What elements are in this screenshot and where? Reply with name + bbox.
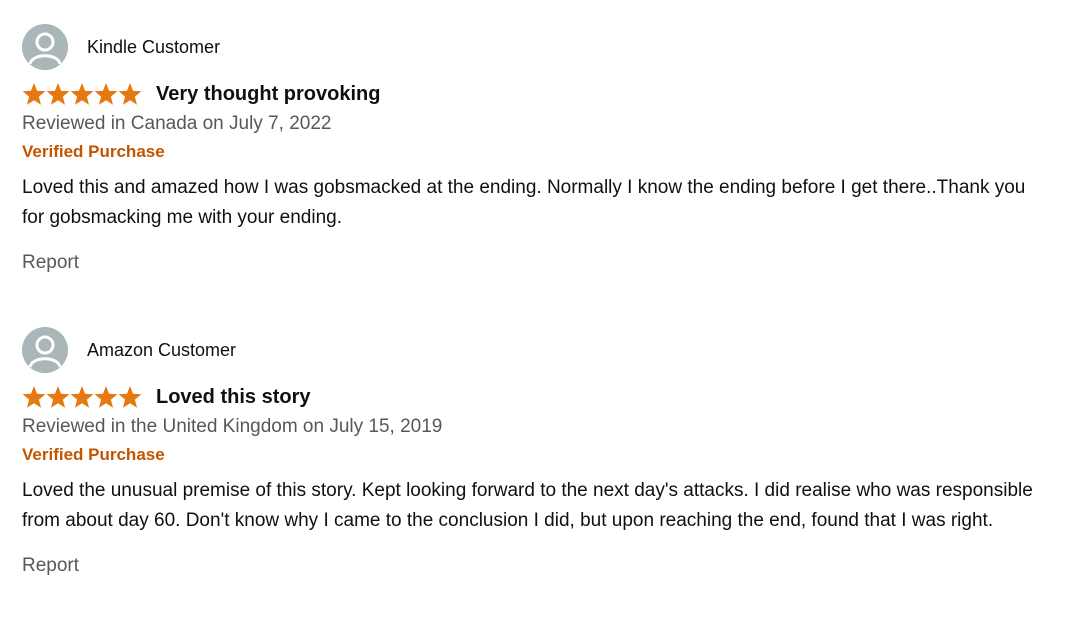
review-title[interactable]: Very thought provoking bbox=[156, 83, 380, 106]
reviewer-profile[interactable]: Kindle Customer bbox=[22, 24, 1062, 70]
star-icon bbox=[70, 83, 94, 105]
star-icon bbox=[118, 83, 142, 105]
reviewer-name[interactable]: Kindle Customer bbox=[87, 37, 220, 58]
reviewer-name[interactable]: Amazon Customer bbox=[87, 340, 236, 361]
review-card: Kindle Customer Very thought provoking R… bbox=[22, 24, 1062, 275]
star-icon bbox=[22, 83, 46, 105]
review-card: Amazon Customer Loved this story Reviewe… bbox=[22, 327, 1062, 578]
star-icon bbox=[94, 83, 118, 105]
report-link[interactable]: Report bbox=[22, 251, 1062, 275]
review-title-row: Loved this story bbox=[22, 384, 1062, 410]
star-icon bbox=[118, 386, 142, 408]
review-body: Loved this and amazed how I was gobsmack… bbox=[22, 177, 1026, 228]
review-date: Reviewed in Canada on July 7, 2022 bbox=[22, 113, 332, 134]
verified-purchase-badge: Verified Purchase bbox=[22, 142, 165, 161]
review-body: Loved the unusual premise of this story.… bbox=[22, 480, 1033, 531]
avatar-icon[interactable] bbox=[22, 24, 68, 70]
review-title-row: Very thought provoking bbox=[22, 81, 1062, 107]
avatar-icon[interactable] bbox=[22, 327, 68, 373]
star-icon bbox=[46, 83, 70, 105]
star-rating[interactable] bbox=[22, 385, 142, 409]
star-icon bbox=[22, 386, 46, 408]
reviews-list: Kindle Customer Very thought provoking R… bbox=[0, 0, 1082, 622]
review-date: Reviewed in the United Kingdom on July 1… bbox=[22, 416, 443, 437]
star-icon bbox=[70, 386, 94, 408]
reviewer-profile[interactable]: Amazon Customer bbox=[22, 327, 1062, 373]
report-link[interactable]: Report bbox=[22, 554, 1062, 578]
review-title[interactable]: Loved this story bbox=[156, 386, 310, 409]
star-icon bbox=[94, 386, 118, 408]
verified-purchase-badge: Verified Purchase bbox=[22, 445, 165, 464]
star-rating[interactable] bbox=[22, 82, 142, 106]
star-icon bbox=[46, 386, 70, 408]
